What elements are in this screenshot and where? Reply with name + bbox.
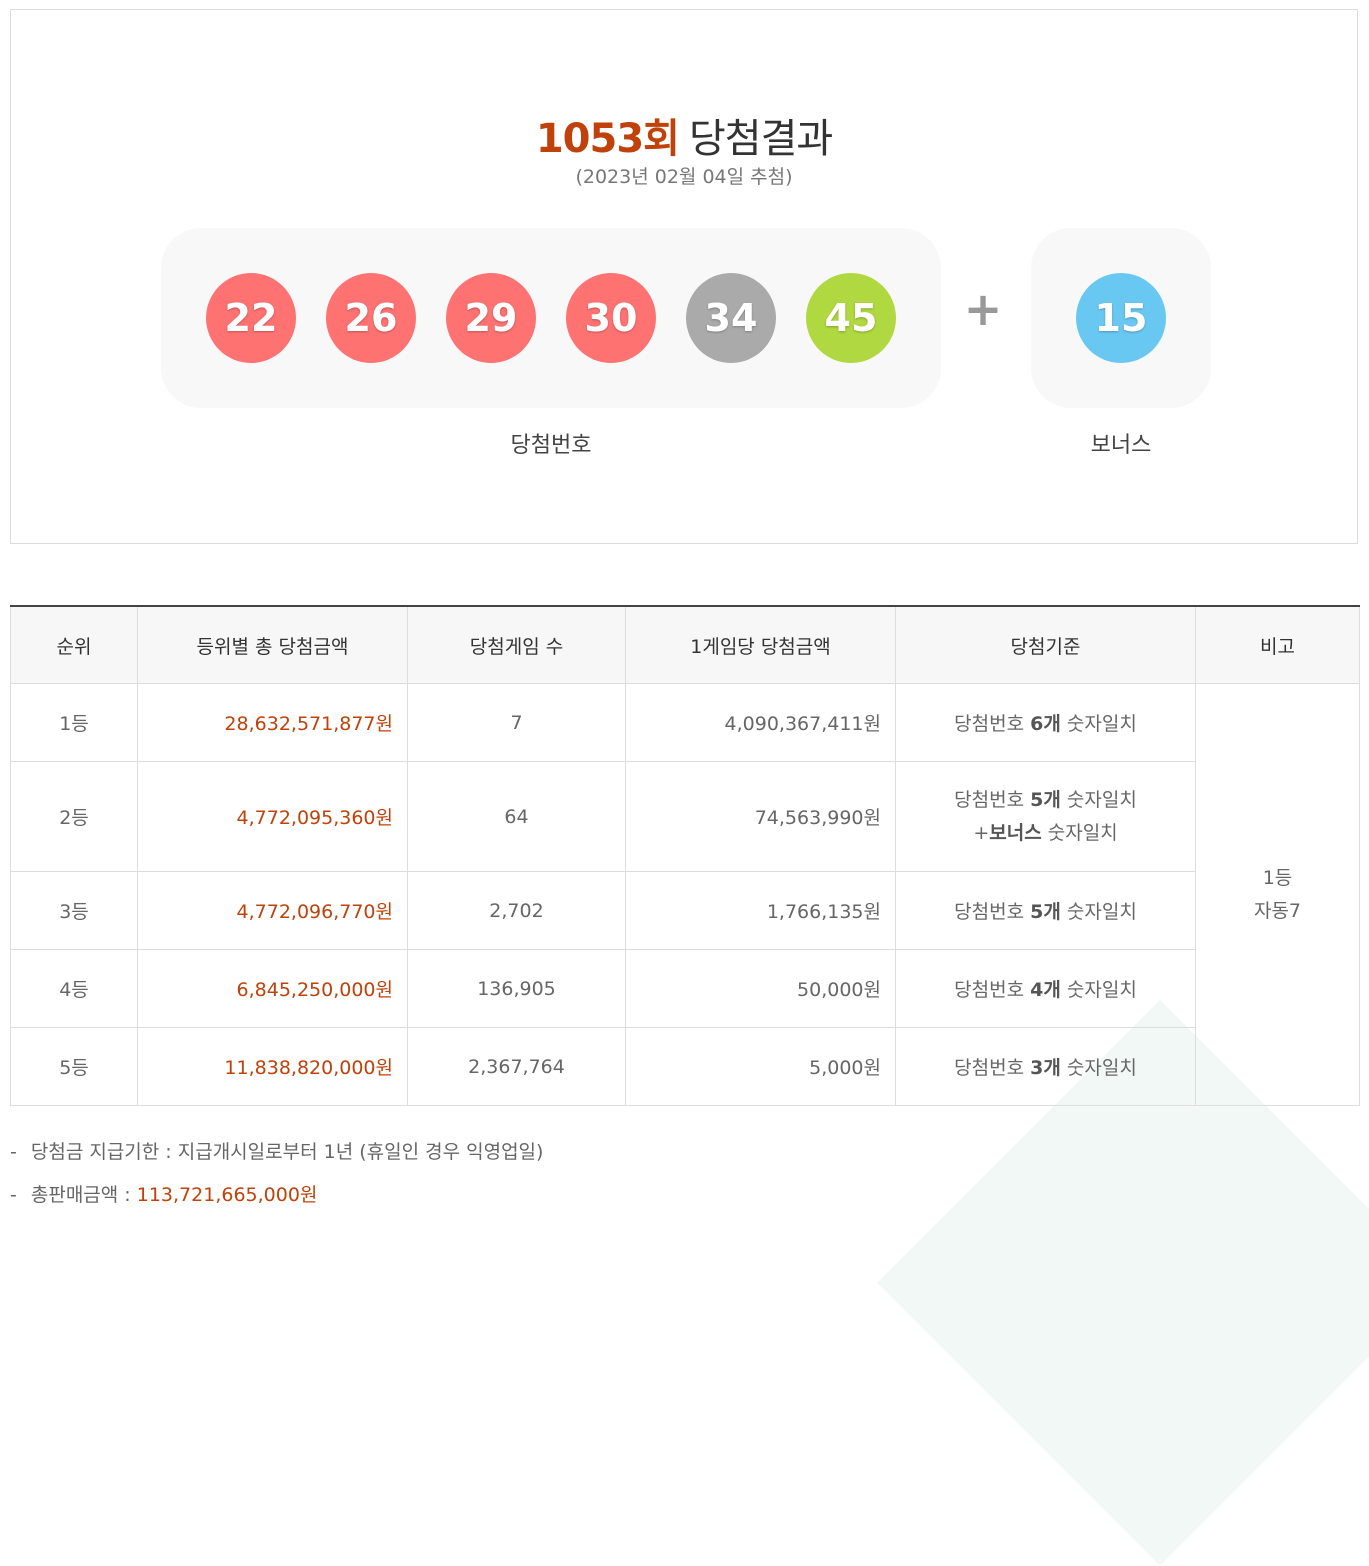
total-prize-cell: 4,772,095,360원: [137, 761, 408, 872]
criteria-count: 6개: [1030, 713, 1061, 735]
criteria-line: 당첨번호 5개 숫자일치: [897, 784, 1194, 817]
criteria-prefix: 당첨번호: [954, 713, 1031, 735]
rank-cell: 3등: [10, 871, 138, 950]
criteria-cell: 당첨번호 5개 숫자일치 +보너스 숫자일치: [895, 761, 1196, 872]
plus-icon: +: [963, 282, 1003, 336]
criteria-suffix: 숫자일치: [1060, 979, 1137, 1001]
criteria-line: +보너스 숫자일치: [897, 817, 1194, 850]
draw-date: (2023년 02월 04일 추첨): [575, 166, 793, 188]
col-header-criteria: 당첨기준: [895, 605, 1196, 684]
criteria-cell: 당첨번호 3개 숫자일치: [895, 1027, 1196, 1106]
winner-count-cell: 136,905: [407, 949, 626, 1028]
criteria-prefix: 당첨번호: [954, 1057, 1031, 1079]
winner-count-cell: 64: [407, 761, 626, 872]
prize-per-game-cell: 5,000원: [625, 1027, 896, 1106]
criteria-suffix: 숫자일치: [1041, 821, 1118, 844]
page-title: 1053회 당첨결과: [11, 106, 1357, 164]
criteria-prefix: 당첨번호: [954, 979, 1031, 1001]
criteria-prefix: 당첨번호: [954, 901, 1031, 923]
winner-count-cell: 2,702: [407, 871, 626, 950]
total-sales-note: - 총판매금액 : 113,721,665,000원: [10, 1180, 317, 1207]
winning-ball: 26: [326, 273, 416, 363]
total-prize-cell: 4,772,096,770원: [137, 871, 408, 950]
table-row: 3등 4,772,096,770원 2,702 1,766,135원 당첨번호 …: [10, 871, 1360, 950]
prize-table: 순위 등위별 총 당첨금액 당첨게임 수 1게임당 당첨금액 당첨기준 비고 1…: [10, 605, 1360, 1106]
total-prize-cell: 6,845,250,000원: [137, 949, 408, 1028]
prize-per-game-cell: 50,000원: [625, 949, 896, 1028]
payment-deadline-note: - 당첨금 지급기한 : 지급개시일로부터 1년 (휴일인 경우 익영업일): [10, 1137, 543, 1164]
bonus-label: 보너스: [1090, 433, 1152, 458]
prize-per-game-cell: 1,766,135원: [625, 871, 896, 950]
criteria-prefix: +: [973, 821, 990, 844]
criteria-count: 5개: [1030, 901, 1061, 923]
bonus-ball: 15: [1076, 273, 1166, 363]
bullet-dash: -: [10, 1184, 17, 1206]
table-row: 1등 28,632,571,877원 7 4,090,367,411원 당첨번호…: [10, 683, 1360, 1106]
note-line: 1등: [1262, 866, 1293, 889]
payment-deadline-text: 당첨금 지급기한 : 지급개시일로부터 1년 (휴일인 경우 익영업일): [30, 1141, 544, 1163]
rank-cell: 2등: [10, 761, 138, 872]
table-row: 2등 4,772,095,360원 64 74,563,990원 당첨번호 5개…: [10, 761, 1360, 872]
criteria-count: 4개: [1030, 979, 1061, 1001]
winning-numbers-panel: 22 26 29 30 34 45: [161, 228, 941, 408]
table-row: 4등 6,845,250,000원 136,905 50,000원 당첨번호 4…: [10, 949, 1360, 1028]
winner-count-cell: 2,367,764: [407, 1027, 626, 1106]
winning-ball: 29: [446, 273, 536, 363]
winning-ball: 45: [806, 273, 896, 363]
bonus-number-panel: 15: [1031, 228, 1211, 408]
criteria-suffix: 숫자일치: [1060, 713, 1137, 735]
winning-numbers-label: 당첨번호: [510, 433, 592, 458]
total-sales-label: 총판매금액 :: [30, 1184, 137, 1206]
criteria-suffix: 숫자일치: [1060, 788, 1137, 811]
criteria-count: 5개: [1030, 788, 1061, 811]
col-header-total-prize: 등위별 총 당첨금액: [137, 605, 408, 684]
total-sales-value: 113,721,665,000원: [136, 1184, 318, 1206]
criteria-suffix: 숫자일치: [1060, 1057, 1137, 1079]
winner-count-cell: 7: [407, 683, 626, 762]
criteria-bonus: 보너스: [989, 821, 1042, 844]
col-header-prize-per-game: 1게임당 당첨금액: [625, 605, 896, 684]
rank-cell: 4등: [10, 949, 138, 1028]
winning-ball: 34: [686, 273, 776, 363]
col-header-note: 비고: [1195, 605, 1360, 684]
rank-cell: 1등: [10, 683, 138, 762]
col-header-rank: 순위: [10, 605, 138, 684]
criteria-cell: 당첨번호 6개 숫자일치: [895, 683, 1196, 762]
draw-result-panel: 1053회 당첨결과 (2023년 02월 04일 추첨) 22 26 29 30…: [10, 9, 1358, 544]
criteria-prefix: 당첨번호: [954, 788, 1031, 811]
criteria-suffix: 숫자일치: [1060, 901, 1137, 923]
prize-per-game-cell: 74,563,990원: [625, 761, 896, 872]
total-prize-cell: 28,632,571,877원: [137, 683, 408, 762]
note-cell: 1등 자동7: [1195, 683, 1360, 1106]
table-row: 5등 11,838,820,000원 2,367,764 5,000원 당첨번호…: [10, 1027, 1360, 1106]
winning-ball: 30: [566, 273, 656, 363]
total-prize-cell: 11,838,820,000원: [137, 1027, 408, 1106]
rank-cell: 5등: [10, 1027, 138, 1106]
criteria-cell: 당첨번호 5개 숫자일치: [895, 871, 1196, 950]
bullet-dash: -: [10, 1141, 17, 1163]
title-suffix: 당첨결과: [688, 116, 833, 162]
prize-per-game-cell: 4,090,367,411원: [625, 683, 896, 762]
col-header-winner-count: 당첨게임 수: [407, 605, 626, 684]
note-line: 자동7: [1253, 899, 1302, 922]
round-number: 1053회: [535, 116, 680, 162]
criteria-count: 3개: [1030, 1057, 1061, 1079]
criteria-cell: 당첨번호 4개 숫자일치: [895, 949, 1196, 1028]
winning-ball: 22: [206, 273, 296, 363]
table-header-row: 순위 등위별 총 당첨금액 당첨게임 수 1게임당 당첨금액 당첨기준 비고: [10, 605, 1360, 684]
